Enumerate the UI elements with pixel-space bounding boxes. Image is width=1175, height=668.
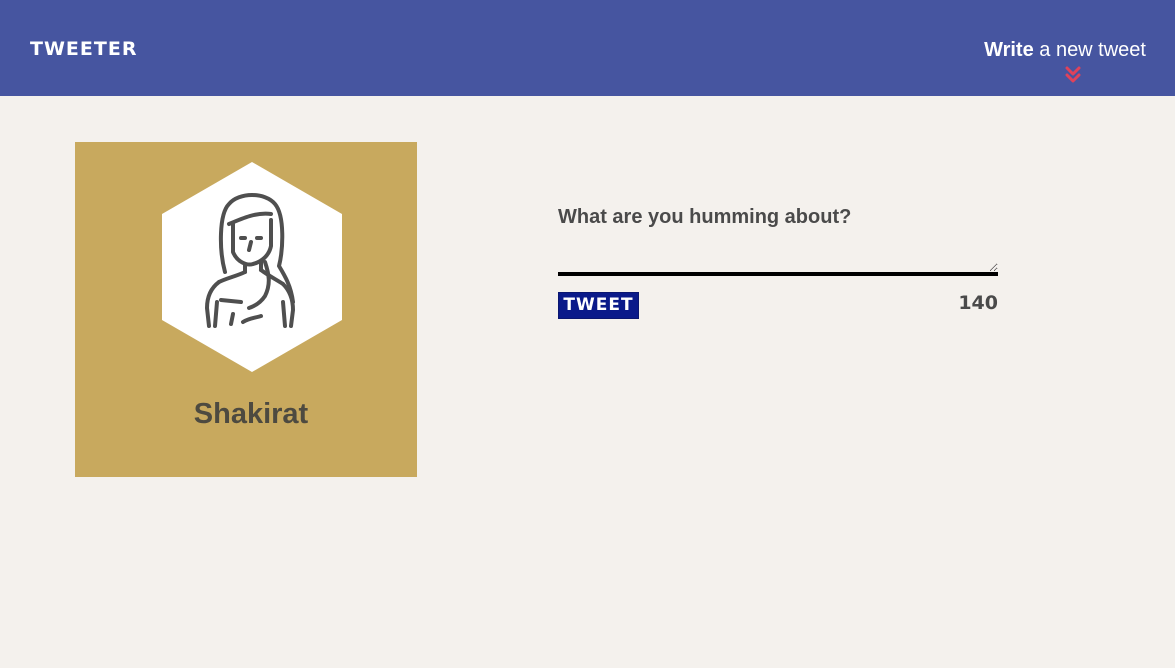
character-counter: 140 <box>958 292 998 314</box>
composer-label: What are you humming about? <box>558 206 852 228</box>
profile-name: Shakirat <box>193 398 309 430</box>
write-link-strong-text: Write <box>984 39 1034 61</box>
profile-card: Shakirat <box>75 142 417 477</box>
tweet-textarea[interactable] <box>558 236 998 276</box>
write-link-rest-text: a new tweet <box>1033 39 1146 61</box>
site-logo[interactable]: TWEETER <box>30 38 137 60</box>
site-header: TWEETER Write a new tweet <box>0 0 1175 96</box>
user-avatar-icon <box>162 162 342 372</box>
tweet-button[interactable]: TWEET <box>558 292 639 319</box>
double-chevron-down-icon[interactable] <box>1065 66 1081 84</box>
write-new-tweet-link[interactable]: Write a new tweet <box>984 36 1146 64</box>
